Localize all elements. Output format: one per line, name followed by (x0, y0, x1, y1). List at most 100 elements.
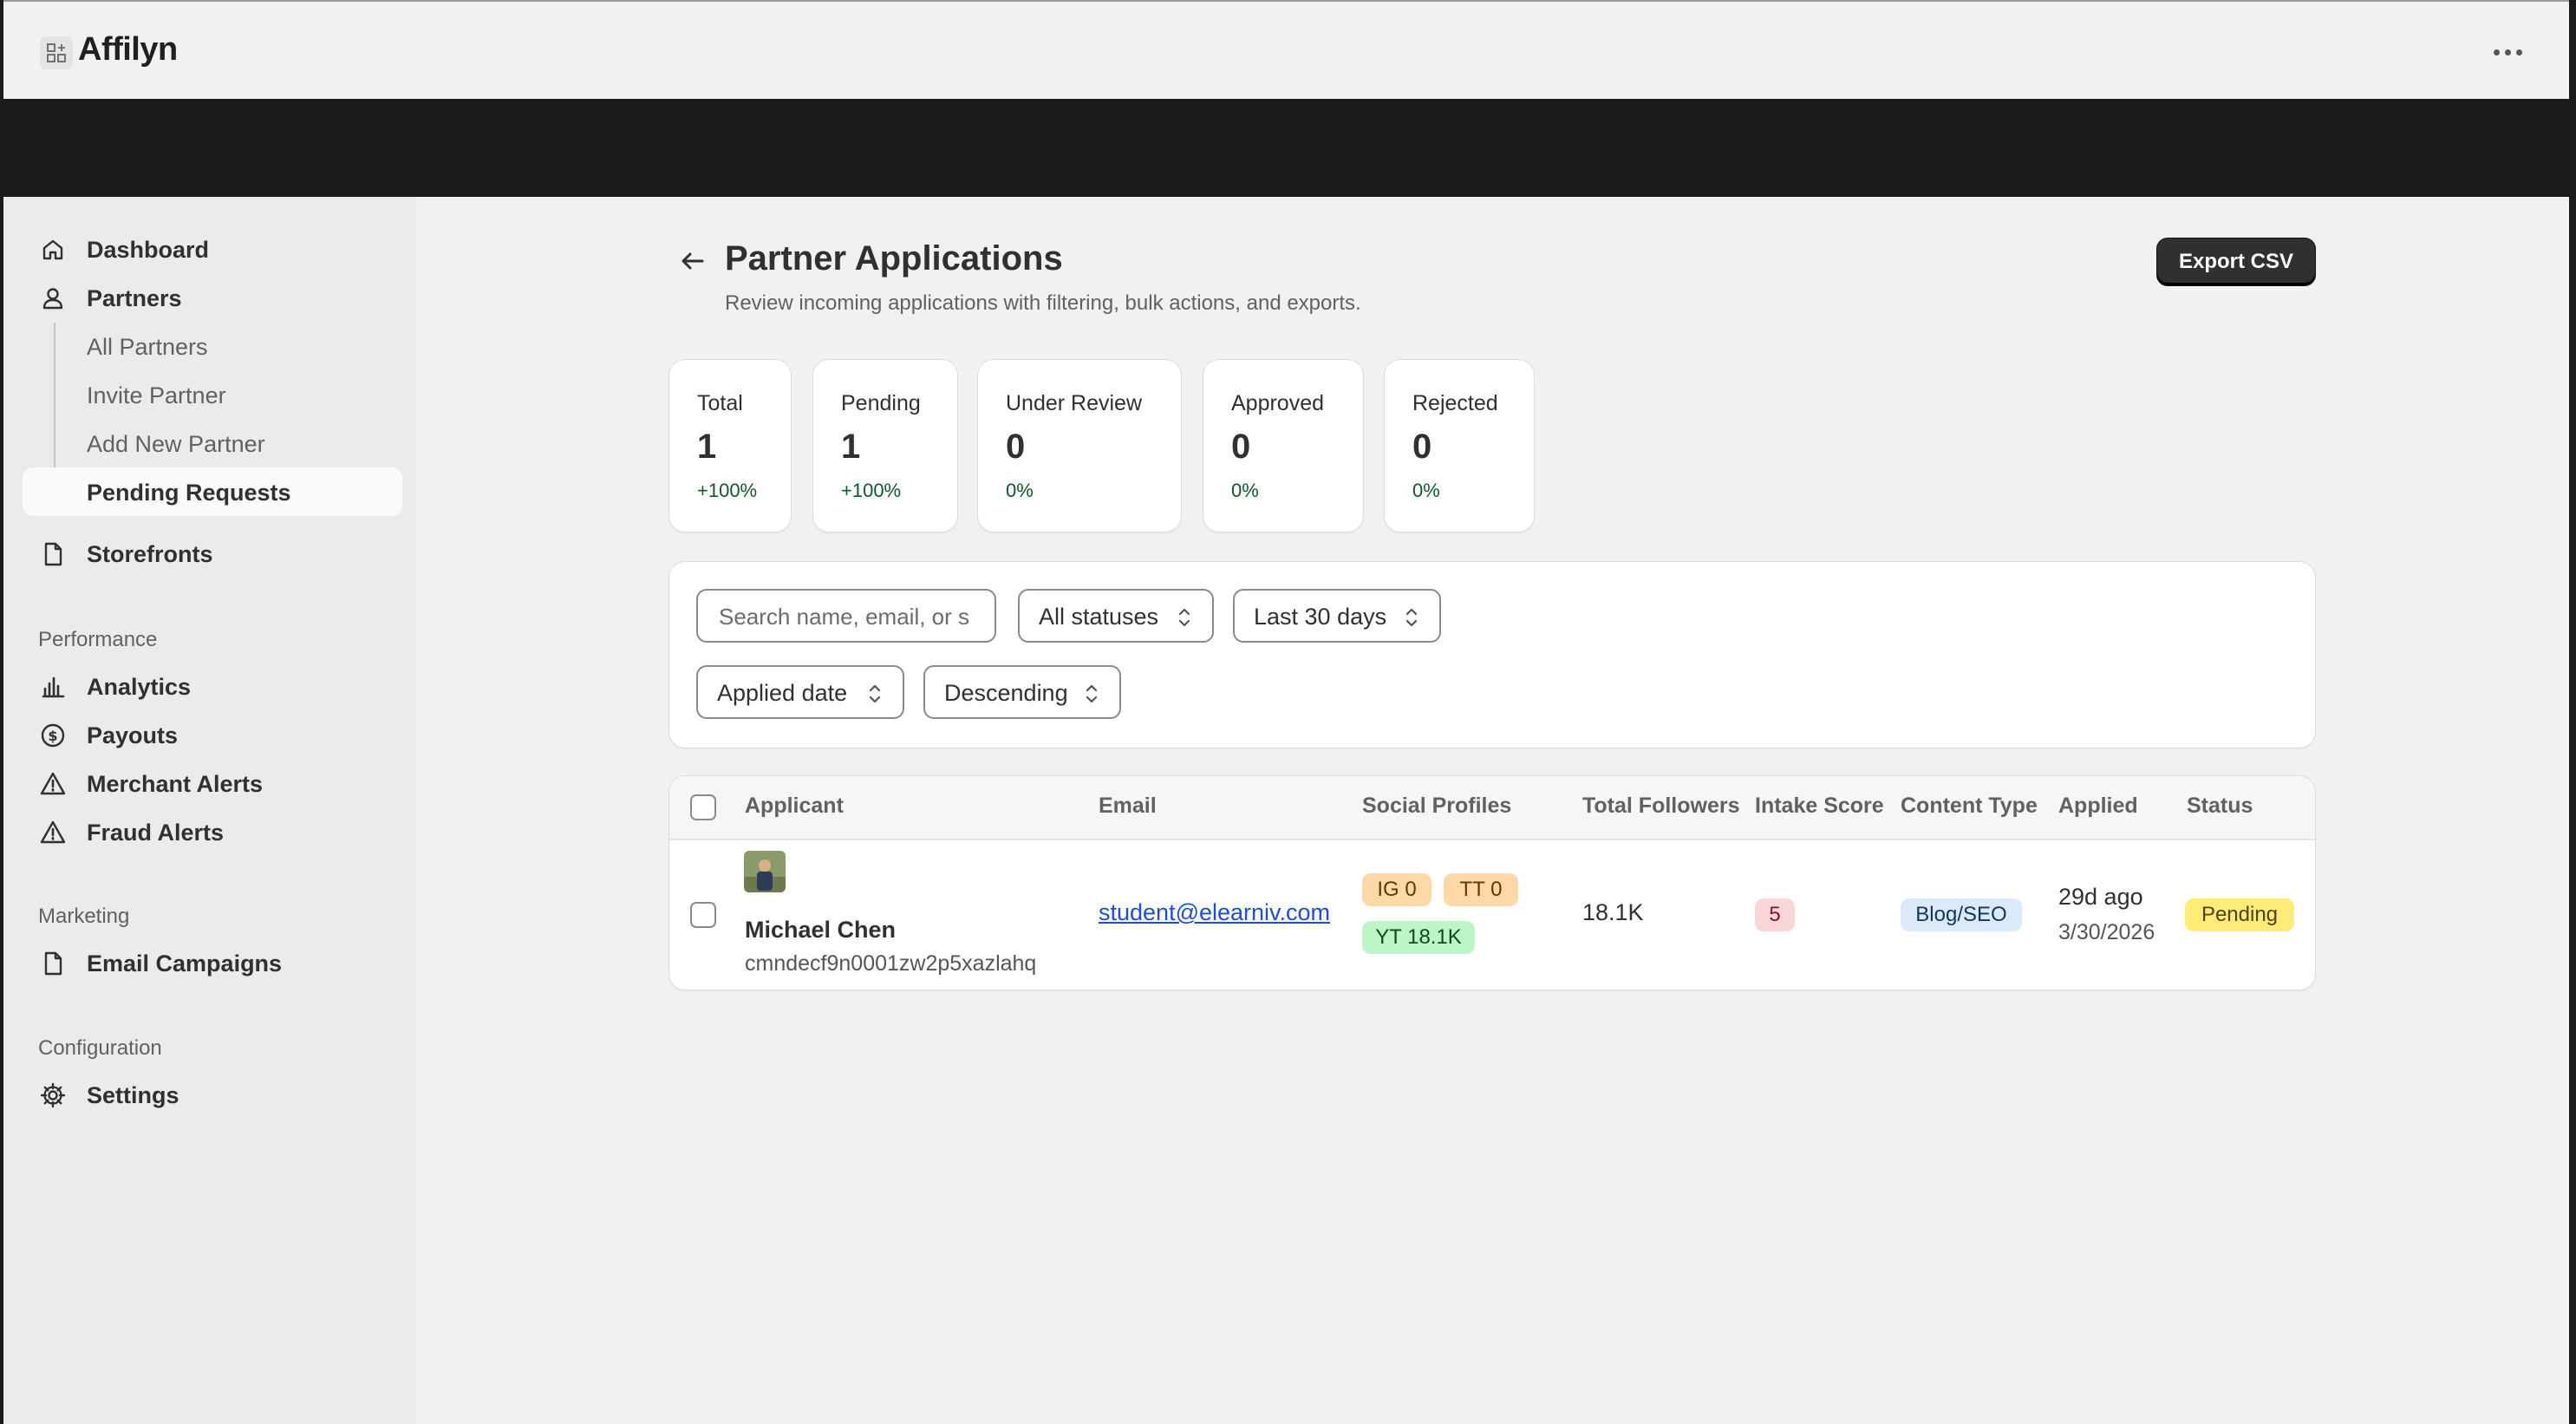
stat-card-approved: Approved 0 0% (1203, 360, 1363, 532)
applicant-id: cmndecf9n0001zw2p5xazlahq (745, 951, 1037, 976)
sidebar-item-label: Pending Requests (87, 480, 291, 506)
status-select[interactable]: All statuses (1018, 589, 1214, 643)
sidebar-item-label: Storefronts (87, 541, 213, 567)
sidebar-item-label: Settings (87, 1082, 179, 1108)
applicant-email-link[interactable]: student@elearniv.com (1099, 899, 1330, 926)
chevron-up-down-icon (1405, 608, 1418, 627)
stat-change: 0% (1231, 480, 1259, 501)
stat-value: 1 (841, 428, 861, 466)
bar-chart-icon (42, 676, 65, 698)
chevron-up-down-icon (869, 684, 881, 703)
sidebar-item-email-campaigns[interactable]: Email Campaigns (23, 938, 402, 987)
date-range-select-value: Last 30 days (1254, 604, 1387, 630)
document-icon (44, 951, 62, 976)
social-badge-tiktok: TT 0 (1444, 873, 1518, 906)
sort-by-select-value: Applied date (717, 680, 848, 706)
filters-card: All statuses Last 30 days Applied date D… (669, 562, 2315, 748)
stat-label: Under Review (1006, 391, 1143, 415)
sort-order-select[interactable]: Descending (923, 665, 1121, 719)
sidebar-item-fraud-alerts[interactable]: Fraud Alerts (23, 807, 402, 856)
section-label-performance: Performance (38, 628, 158, 651)
social-badge-instagram: IG 0 (1362, 873, 1431, 906)
sidebar-item-pending-requests[interactable]: Pending Requests (23, 467, 402, 516)
sidebar-item-label: All Partners (87, 334, 208, 360)
home-icon (42, 239, 63, 260)
stat-label: Pending (841, 391, 921, 415)
sidebar-item-add-new-partner[interactable]: Add New Partner (23, 419, 402, 467)
sidebar-item-partners[interactable]: Partners (23, 273, 402, 322)
content-type-badge: Blog/SEO (1901, 898, 2022, 931)
svg-text:$: $ (48, 728, 57, 744)
stat-change: 0% (1006, 480, 1034, 501)
top-banner (3, 99, 2569, 197)
sidebar-item-storefronts[interactable]: Storefronts (23, 529, 402, 578)
window-frame-right (2569, 0, 2576, 1424)
sidebar-item-label: Fraud Alerts (87, 820, 225, 846)
column-header-applicant: Applicant (745, 794, 844, 818)
more-dots-icon (2493, 49, 2500, 56)
sidebar-item-label: Add New Partner (87, 431, 265, 457)
applicant-name: Michael Chen (745, 917, 897, 943)
sidebar-item-merchant-alerts[interactable]: Merchant Alerts (23, 759, 402, 807)
stat-change: +100% (841, 480, 902, 501)
section-label-marketing: Marketing (38, 905, 130, 928)
stat-value: 0 (1231, 428, 1251, 466)
stat-card-total: Total 1 +100% (669, 360, 791, 532)
sidebar-item-invite-partner[interactable]: Invite Partner (23, 370, 402, 419)
stat-label: Total (697, 391, 743, 415)
section-label-configuration: Configuration (38, 1036, 162, 1060)
status-select-value: All statuses (1039, 604, 1159, 630)
sidebar-item-label: Email Campaigns (87, 950, 283, 977)
dollar-circle-icon: $ (41, 723, 65, 748)
app-header: Affilyn (3, 2, 2569, 99)
sidebar-item-analytics[interactable]: Analytics (23, 662, 402, 710)
sidebar-item-label: Payouts (87, 722, 179, 748)
stat-card-pending: Pending 1 +100% (813, 360, 957, 532)
more-dot (2515, 49, 2522, 56)
stat-change: 0% (1412, 480, 1440, 501)
sidebar-item-label: Invite Partner (87, 382, 226, 408)
sidebar: Dashboard Partners All Partners Invite P… (3, 197, 416, 1424)
page-subtitle: Review incoming applications with filter… (725, 291, 1361, 315)
search-input[interactable] (717, 601, 972, 632)
sidebar-item-settings[interactable]: Settings (23, 1070, 402, 1119)
alert-triangle-icon (40, 820, 66, 844)
app-name: Affilyn (78, 31, 178, 68)
sidebar-item-all-partners[interactable]: All Partners (23, 322, 402, 370)
column-header-followers: Total Followers (1582, 794, 1740, 818)
gear-icon (40, 1082, 66, 1108)
stat-change: +100% (697, 480, 758, 501)
applications-table: Applicant Email Social Profiles Total Fo… (669, 776, 2315, 990)
export-csv-button[interactable]: Export CSV (2157, 238, 2315, 285)
search-field (696, 589, 996, 643)
back-arrow-icon[interactable] (675, 243, 711, 279)
date-range-select[interactable]: Last 30 days (1233, 589, 1441, 643)
stat-value: 1 (697, 428, 717, 466)
alert-triangle-icon (40, 772, 66, 795)
applied-relative: 29d ago (2058, 884, 2143, 910)
applied-date: 3/30/2026 (2058, 920, 2155, 944)
page-title: Partner Applications (725, 239, 1063, 278)
stat-value: 0 (1412, 428, 1432, 466)
intake-score-badge: 5 (1755, 898, 1795, 931)
person-icon (42, 288, 63, 310)
table-header: Applicant Email Social Profiles Total Fo… (669, 776, 2315, 840)
sidebar-item-payouts[interactable]: $ Payouts (23, 710, 402, 759)
column-header-email: Email (1099, 794, 1157, 818)
sort-order-select-value: Descending (944, 680, 1068, 706)
stat-label: Approved (1231, 391, 1325, 415)
row-checkbox[interactable] (690, 902, 716, 928)
sort-by-select[interactable]: Applied date (696, 665, 904, 719)
column-header-applied: Applied (2058, 794, 2138, 818)
chevron-up-down-icon (1178, 608, 1190, 627)
sidebar-item-label: Analytics (87, 674, 192, 700)
more-options-button[interactable] (2486, 33, 2529, 71)
column-header-status: Status (2187, 794, 2253, 818)
sidebar-item-dashboard[interactable]: Dashboard (23, 225, 402, 273)
select-all-checkbox[interactable] (690, 794, 716, 820)
sidebar-item-label: Merchant Alerts (87, 771, 264, 797)
stat-card-rejected: Rejected 0 0% (1385, 360, 1534, 532)
status-badge: Pending (2185, 898, 2294, 931)
column-header-content-type: Content Type (1901, 794, 2038, 818)
total-followers: 18.1K (1582, 899, 1644, 925)
